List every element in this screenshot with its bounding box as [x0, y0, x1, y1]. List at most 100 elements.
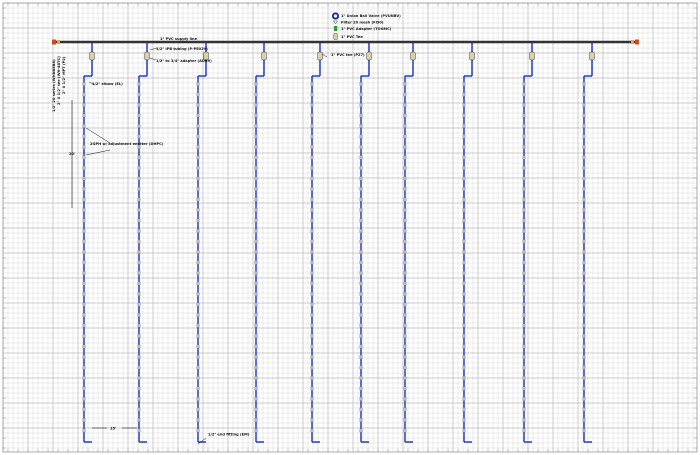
emitter — [403, 260, 407, 265]
emitter — [196, 134, 200, 139]
emitter — [254, 92, 258, 97]
emitter — [254, 176, 258, 181]
emitter — [462, 323, 466, 328]
emitter — [196, 271, 200, 275]
emitter — [196, 229, 200, 233]
tee-label: 1" PVC tee (P27) — [331, 53, 365, 57]
emitter — [137, 313, 141, 317]
emitter — [403, 281, 407, 286]
emitter — [359, 428, 363, 433]
tee-fitting — [89, 51, 95, 61]
emitter — [254, 208, 258, 212]
emitter — [137, 208, 141, 212]
emitter — [137, 397, 141, 401]
filter-left — [57, 40, 60, 44]
emitter — [462, 145, 466, 149]
emitter — [582, 281, 586, 286]
emitter — [522, 250, 526, 254]
emitter — [196, 397, 200, 401]
emitter — [310, 145, 314, 149]
emitter — [359, 250, 363, 254]
emitter — [82, 82, 86, 86]
emitter — [522, 407, 526, 412]
green-adapter-icon — [334, 26, 338, 31]
emitter — [137, 113, 141, 118]
emitter — [254, 134, 258, 139]
emitter — [403, 239, 407, 244]
emitter — [82, 281, 86, 286]
emitter — [310, 166, 314, 170]
emitter — [359, 386, 363, 391]
emitter — [137, 166, 141, 170]
tee-fitting — [469, 51, 475, 61]
emitter — [522, 365, 526, 370]
emitter — [462, 292, 466, 296]
emitter — [582, 82, 586, 86]
emitter — [82, 218, 86, 223]
emitter — [254, 197, 258, 202]
emitter — [403, 166, 407, 170]
emitter — [196, 418, 200, 422]
emitter — [196, 92, 200, 97]
emitter — [310, 250, 314, 254]
tee-fitting — [366, 51, 372, 61]
emitter — [254, 113, 258, 118]
filter-right — [631, 40, 634, 44]
emitter — [582, 302, 586, 307]
emitter — [582, 113, 586, 118]
emitter — [359, 155, 363, 160]
emitter — [82, 197, 86, 202]
emitter — [403, 292, 407, 296]
emitter — [359, 239, 363, 244]
emitter — [359, 176, 363, 181]
emitter — [582, 355, 586, 359]
emitter — [403, 407, 407, 412]
emitter — [82, 239, 86, 244]
tee-fitting — [410, 51, 416, 61]
emitter — [196, 365, 200, 370]
vertical-label-mid: 2" X 1/2" tee (WH-48TC) — [57, 56, 61, 105]
emitter — [359, 113, 363, 118]
emitter — [522, 260, 526, 265]
emitter — [462, 155, 466, 160]
emitter — [137, 376, 141, 380]
spacing-20-label: 20' — [69, 152, 75, 156]
emitter — [196, 355, 200, 359]
emitter — [310, 302, 314, 307]
emitter — [462, 197, 466, 202]
emitter — [82, 103, 86, 107]
emitter — [582, 176, 586, 181]
emitter — [462, 103, 466, 107]
emitter — [359, 355, 363, 359]
emitter — [137, 124, 141, 128]
emitter — [82, 302, 86, 307]
emitter — [359, 197, 363, 202]
emitter — [462, 386, 466, 391]
emitter — [522, 386, 526, 391]
emitter — [359, 134, 363, 139]
emitter — [254, 302, 258, 307]
emitter — [196, 145, 200, 149]
emitter — [137, 260, 141, 265]
emitter — [403, 355, 407, 359]
emitter — [310, 134, 314, 139]
emitter — [137, 250, 141, 254]
emitter — [82, 313, 86, 317]
emitter — [196, 428, 200, 433]
emitter — [82, 92, 86, 97]
emitter — [522, 197, 526, 202]
emitter — [403, 197, 407, 202]
emitter — [254, 250, 258, 254]
vertical-label-tail: 2" X 1/2" MPT (P2) — [62, 56, 66, 94]
emitter — [522, 113, 526, 118]
emitter — [310, 376, 314, 380]
emitter — [196, 218, 200, 223]
emitter — [359, 103, 363, 107]
emitter — [522, 292, 526, 296]
emitter — [462, 82, 466, 86]
emitter — [82, 113, 86, 118]
emitter — [82, 376, 86, 380]
emitter — [403, 124, 407, 128]
emitter — [359, 124, 363, 128]
emitter — [462, 355, 466, 359]
